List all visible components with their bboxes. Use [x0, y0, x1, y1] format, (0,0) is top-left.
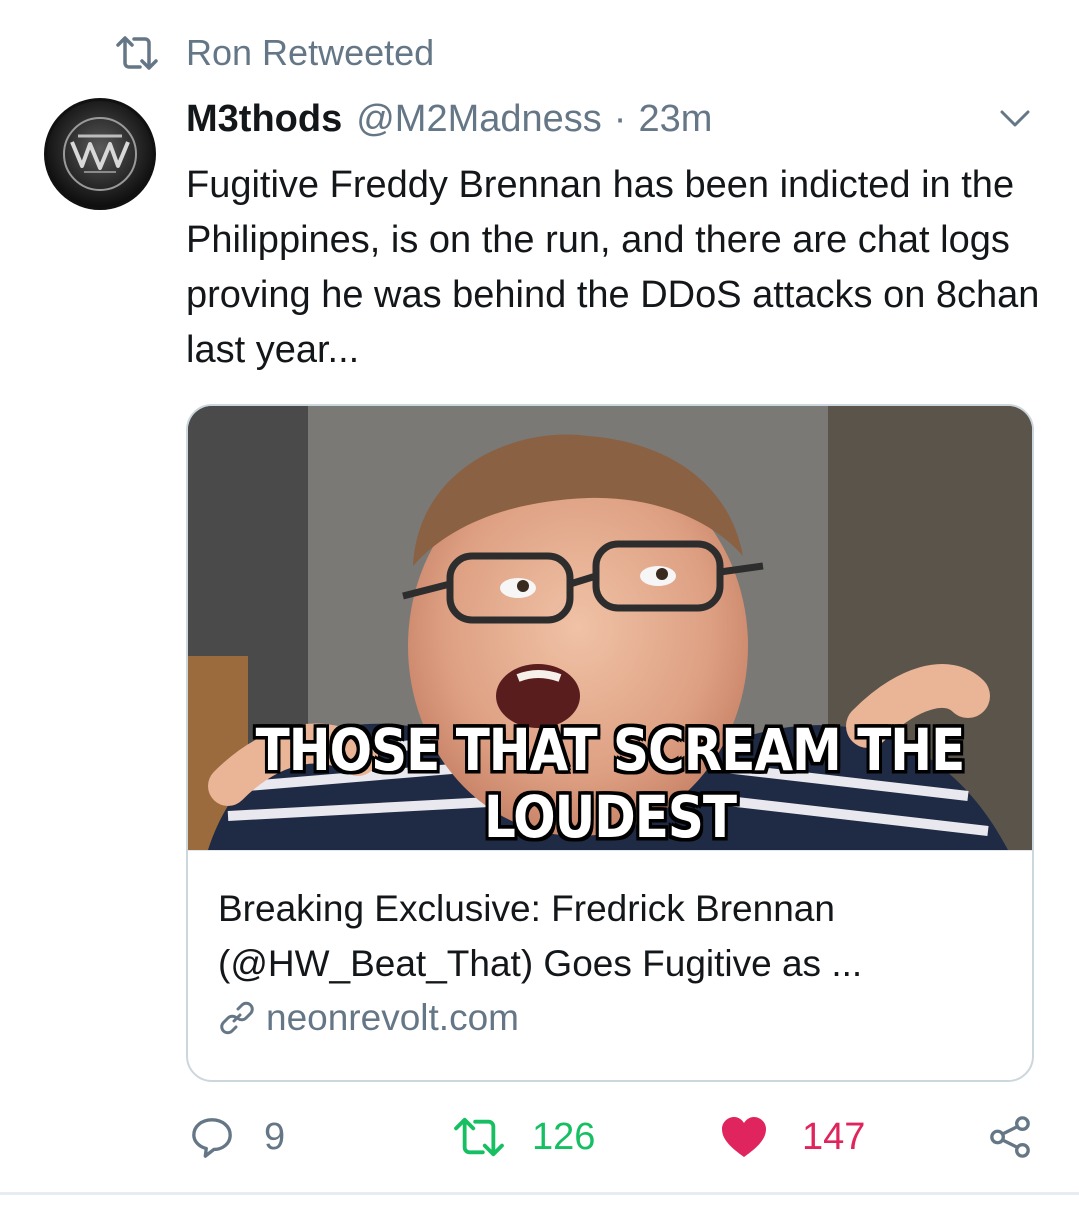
separator-dot: · [613, 98, 627, 140]
share-icon [990, 1116, 1030, 1158]
reply-button[interactable]: 9 [190, 1112, 285, 1162]
card-domain-label: neonrevolt.com [266, 997, 519, 1038]
reply-icon [192, 1118, 232, 1158]
link-icon [218, 999, 256, 1037]
card-image[interactable]: THOSE THAT SCREAM THE LOUDEST [188, 406, 1032, 850]
divider [0, 1192, 1079, 1195]
heart-icon [722, 1117, 766, 1157]
card-title[interactable]: Breaking Exclusive: Fredrick Brennan (@H… [218, 881, 1002, 991]
share-button[interactable] [988, 1112, 1032, 1162]
reply-count: 9 [264, 1115, 286, 1158]
tweet[interactable]: Ron Retweeted M3thods @M2Madness · 23m F… [0, 0, 1079, 1209]
avatar[interactable] [44, 98, 156, 210]
like-button[interactable]: 147 [720, 1112, 865, 1162]
retweet-context: Ron Retweeted [114, 30, 434, 76]
tweet-actions: 9 126 147 [0, 1112, 1079, 1162]
author-handle[interactable]: @M2Madness [356, 98, 602, 141]
retweet-count: 126 [532, 1115, 596, 1158]
tweet-text: Fugitive Freddy Brennan has been indicte… [186, 164, 1040, 371]
tweet-timestamp[interactable]: 23m [638, 98, 712, 141]
author-display-name[interactable]: M3thods [186, 98, 342, 141]
card-body[interactable]: Breaking Exclusive: Fredrick Brennan (@H… [188, 850, 1032, 1039]
tweet-header: M3thods @M2Madness · 23m [186, 98, 712, 148]
like-count: 147 [802, 1115, 866, 1158]
chevron-down-icon[interactable] [998, 106, 1032, 132]
meme-caption: THOSE THAT SCREAM THE LOUDEST [255, 717, 966, 850]
retweet-icon [114, 33, 160, 73]
retweet-icon [454, 1117, 504, 1157]
m3thods-logo-avatar [63, 117, 137, 191]
retweet-button[interactable]: 126 [452, 1112, 595, 1162]
link-card[interactable]: THOSE THAT SCREAM THE LOUDEST Breaking E… [186, 404, 1034, 1082]
retweet-context-label: Ron Retweeted [186, 32, 435, 73]
card-domain[interactable]: neonrevolt.com [218, 997, 1002, 1039]
